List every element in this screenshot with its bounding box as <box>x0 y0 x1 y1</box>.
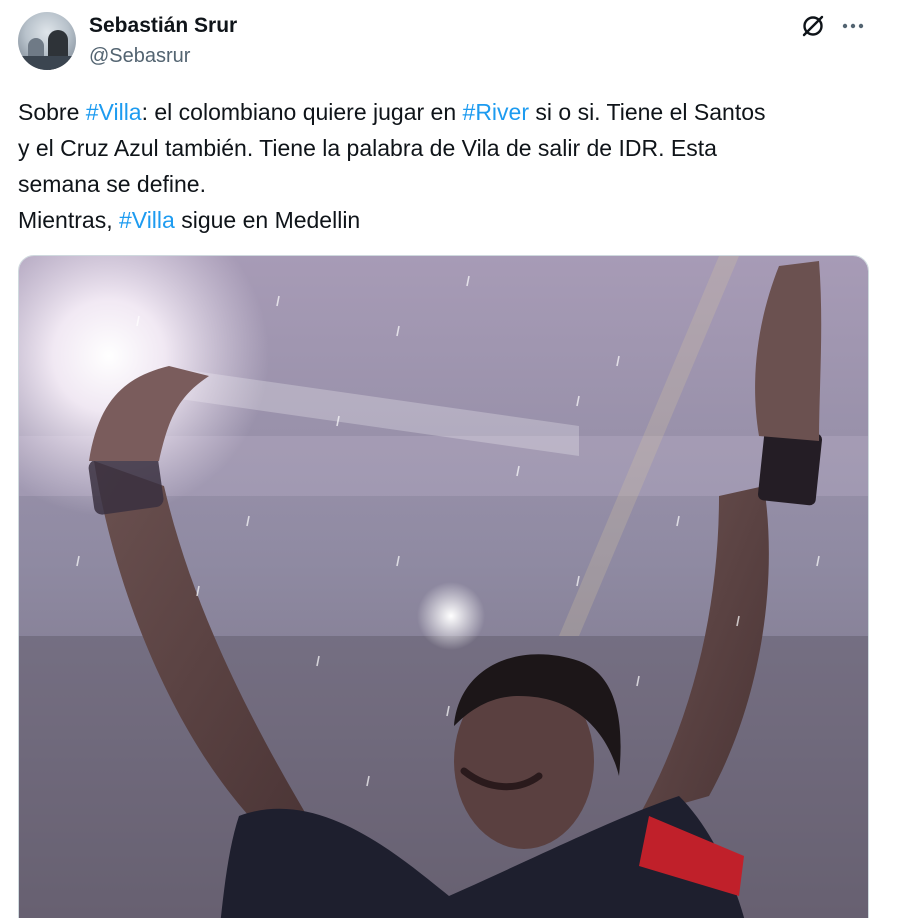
hashtag-link[interactable]: #Villa <box>86 99 142 125</box>
author-handle[interactable]: @Sebasrur <box>89 45 190 68</box>
tweet-text-segment: sigue en Medellin <box>174 207 361 233</box>
tweet-text-segment: si o si. Tiene el Santos <box>529 99 766 125</box>
tweet-text-segment: y el Cruz Azul también. Tiene la palabra… <box>18 135 717 161</box>
tweet-text-line: Mientras, #Villa sigue en Medellin <box>18 202 878 238</box>
hashtag-link[interactable]: #River <box>463 99 529 125</box>
grok-icon[interactable] <box>800 13 826 39</box>
more-icon[interactable] <box>840 13 866 39</box>
avatar-background-strip <box>18 56 76 70</box>
tweet-text-segment: Sobre <box>18 99 86 125</box>
tweet: Sebastián Srur @Sebasrur Sobre #Villa: e… <box>0 0 899 918</box>
tweet-text-line: Sobre #Villa: el colombiano quiere jugar… <box>18 94 878 130</box>
tweet-text-segment: semana se define. <box>18 171 206 197</box>
tweet-text-segment: : el colombiano quiere jugar en <box>141 99 463 125</box>
avatar[interactable] <box>18 12 76 70</box>
tweet-photo[interactable] <box>18 255 869 918</box>
tweet-text-segment: Mientras, <box>18 207 119 233</box>
hashtag-link[interactable]: #Villa <box>119 207 175 233</box>
tweet-text-line: semana se define. <box>18 166 878 202</box>
author-name[interactable]: Sebastián Srur <box>89 14 237 38</box>
tweet-text-line: y el Cruz Azul también. Tiene la palabra… <box>18 130 878 166</box>
tweet-text: Sobre #Villa: el colombiano quiere jugar… <box>18 94 878 238</box>
